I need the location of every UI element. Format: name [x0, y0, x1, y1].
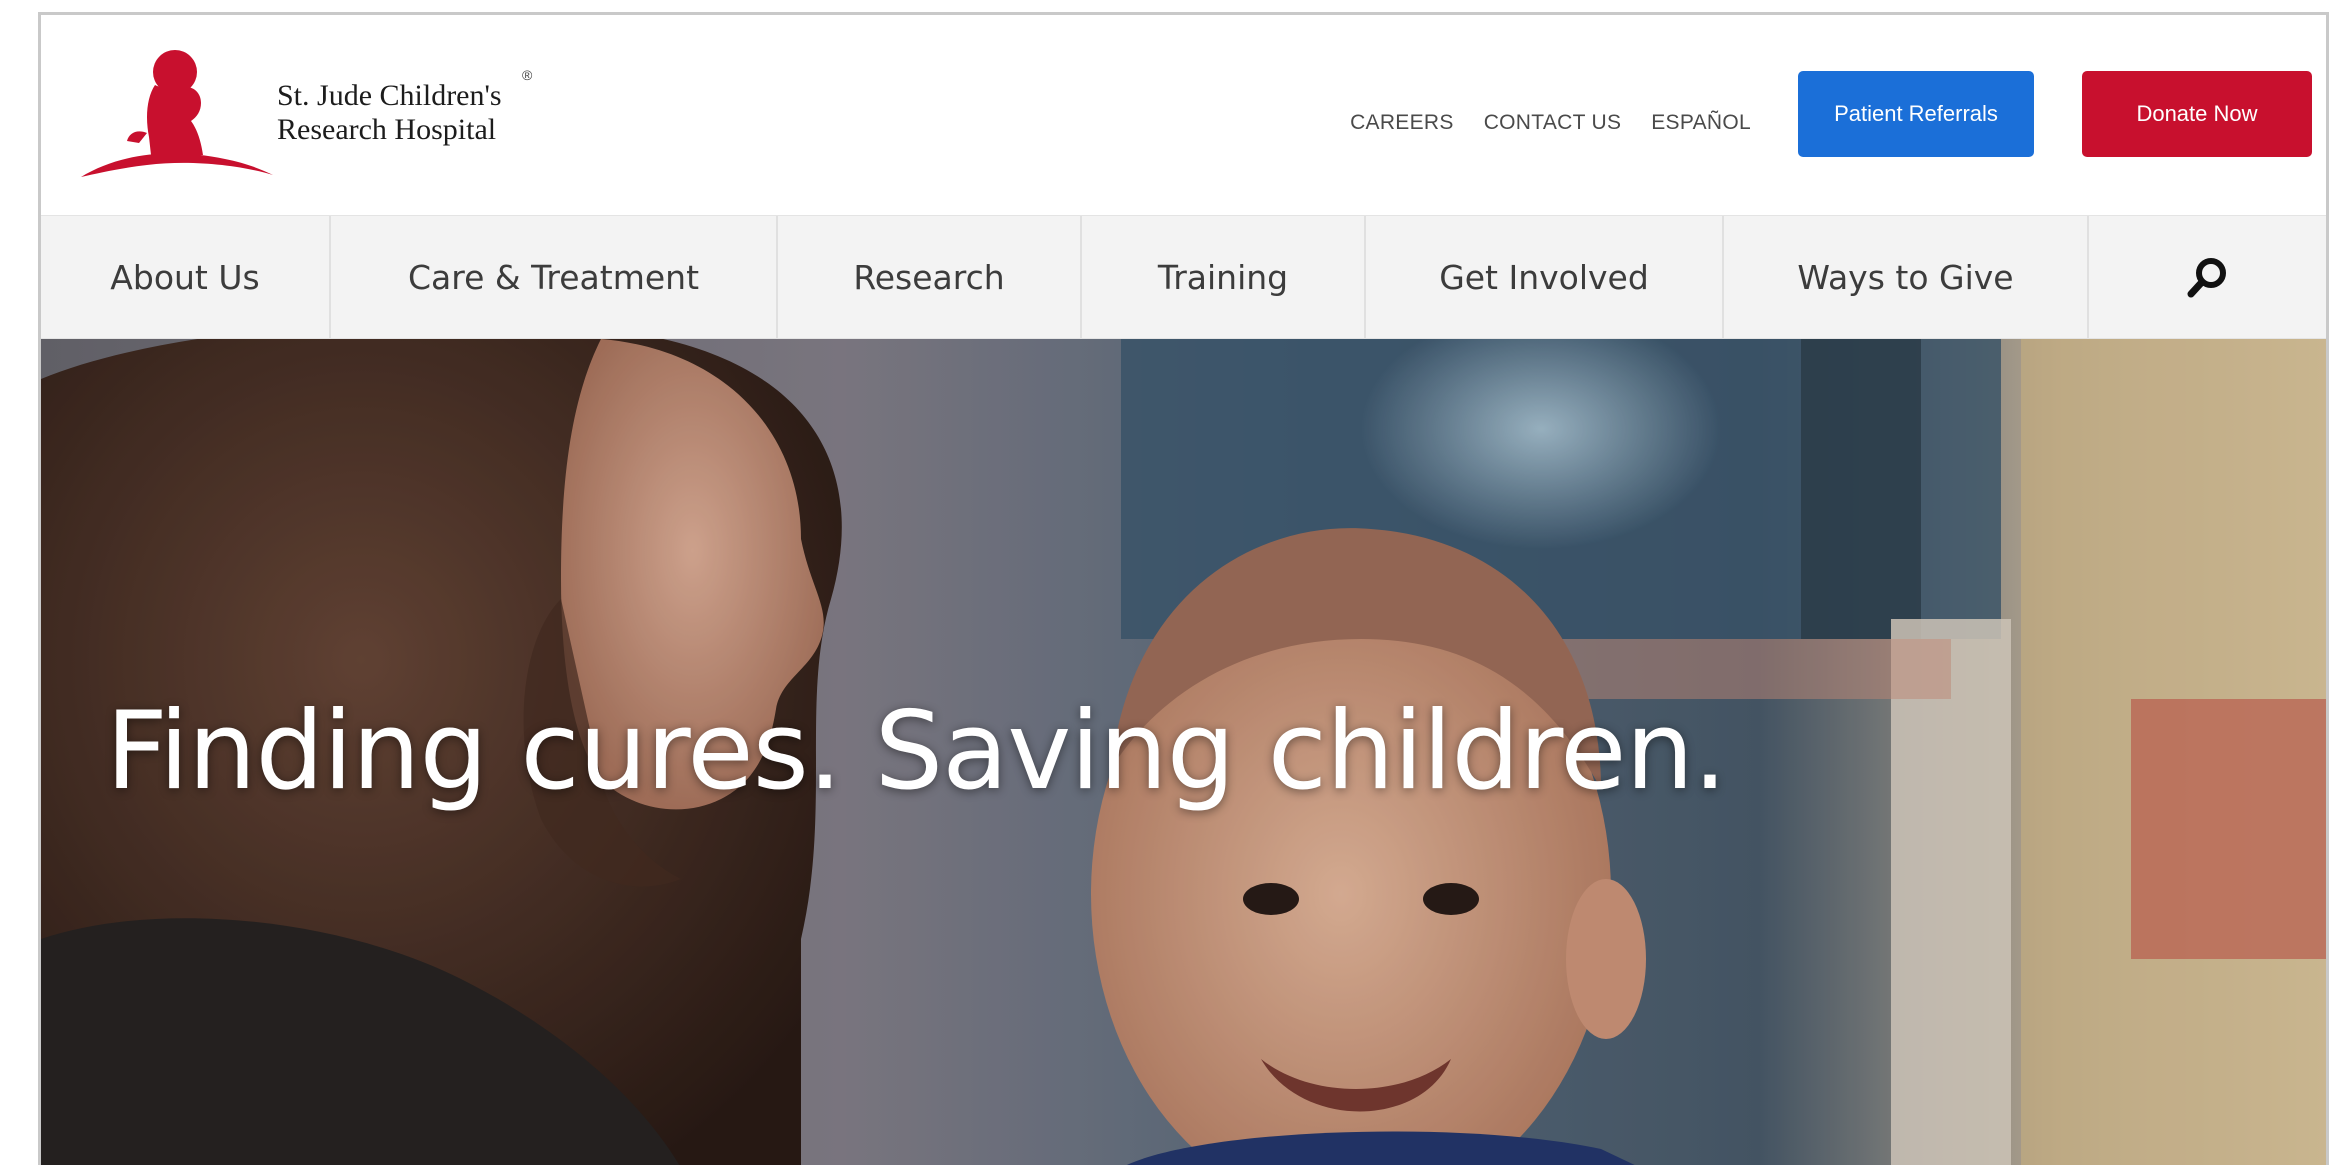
logo-text: St. Jude Children's Research Hospital	[277, 79, 502, 147]
donate-now-button[interactable]: Donate Now	[2082, 71, 2312, 157]
registered-mark: ®	[522, 67, 533, 83]
main-nav: About Us Care & Treatment Research Train…	[41, 215, 2326, 339]
site-header: St. Jude Children's Research Hospital ® …	[41, 15, 2326, 215]
careers-link[interactable]: CAREERS	[1350, 111, 1454, 135]
hero-banner: Finding cures. Saving children.	[41, 339, 2326, 1165]
logo-name-line1: St. Jude Children's	[277, 79, 502, 112]
nav-item-about-us[interactable]: About Us	[41, 216, 331, 338]
st-jude-logo-icon	[81, 50, 273, 177]
nav-item-care-treatment[interactable]: Care & Treatment	[331, 216, 778, 338]
patient-referrals-button[interactable]: Patient Referrals	[1798, 71, 2034, 157]
espanol-link[interactable]: ESPAÑOL	[1651, 111, 1751, 135]
utility-nav: CAREERS CONTACT US ESPAÑOL	[1350, 111, 1751, 135]
contact-us-link[interactable]: CONTACT US	[1484, 111, 1622, 135]
search-icon	[2187, 258, 2226, 298]
search-button[interactable]	[2089, 216, 2326, 338]
hero-headline: Finding cures. Saving children.	[105, 689, 1727, 814]
nav-item-training[interactable]: Training	[1082, 216, 1366, 338]
nav-item-research[interactable]: Research	[778, 216, 1082, 338]
page-frame: St. Jude Children's Research Hospital ® …	[38, 12, 2329, 1165]
logo-link[interactable]: St. Jude Children's Research Hospital ®	[77, 37, 532, 187]
nav-item-ways-to-give[interactable]: Ways to Give	[1724, 216, 2089, 338]
nav-item-get-involved[interactable]: Get Involved	[1366, 216, 1724, 338]
logo-name-line2: Research Hospital	[277, 113, 497, 146]
